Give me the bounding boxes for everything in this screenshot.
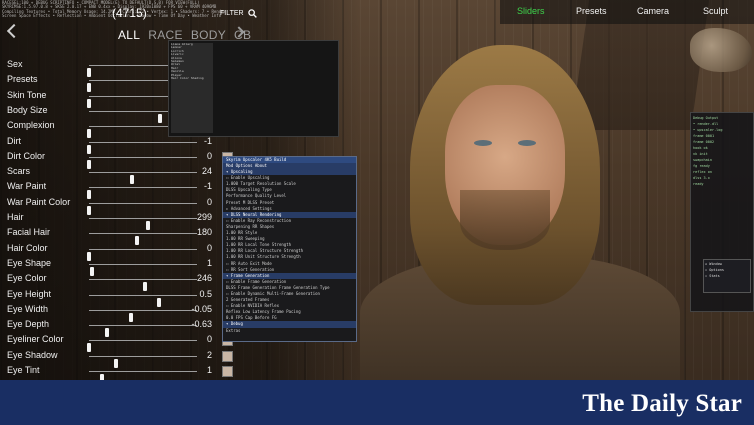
debug-line: Screen Space Effects • Reflection • Ambi… (2, 12, 222, 18)
slider-label: Eyeliner Color (7, 334, 64, 345)
upscaler-window[interactable]: Skyrim Upscaler 4K5 Build Mod Options Ab… (222, 156, 357, 342)
preview-list: Liana Allerg Lenner Lorrich Liveric Alio… (171, 42, 213, 133)
slider-label: Eye Height (7, 288, 52, 299)
slider-row[interactable]: Dirt Color 0 (0, 150, 240, 169)
slider-label: War Paint Color (7, 196, 71, 207)
slider-label: Eye Color (7, 273, 47, 284)
slider-label: Hair (7, 212, 24, 222)
slider-row[interactable]: Eye Shape 1 (0, 257, 240, 276)
slider-label: Eye Width (7, 303, 49, 314)
debug-overlay: RACESEL:100 + DEBUG SCRIPTINFO • COMPACT… (2, 0, 226, 18)
slider-row[interactable]: Scars 24 (0, 165, 240, 185)
slider-label: Eye Tint (7, 365, 40, 375)
slider-label: Presets (7, 74, 38, 85)
tab-presets[interactable]: Presets (576, 6, 607, 16)
slider-row[interactable]: Eye Height 0.5 (0, 288, 240, 307)
watermark-footer: The Daily Star (0, 380, 754, 425)
slider-row[interactable]: Eye Tint 1 (0, 364, 240, 383)
slider-value: 1 (206, 257, 212, 268)
slider-value: 299 (196, 212, 212, 222)
slider-row[interactable]: War Paint Color 0 (0, 196, 240, 215)
slider-label: Skin Tone (7, 89, 47, 100)
slider-value: 0 (206, 150, 212, 161)
slider-row[interactable]: Hair 299 (0, 211, 240, 230)
slider-value: 180 (196, 227, 212, 238)
brand-logo: The Daily Star (582, 390, 742, 417)
slider-row[interactable]: Eye Width -0.05 (0, 303, 240, 322)
slider-label: Complexion (7, 120, 55, 131)
search-icon (247, 9, 257, 18)
character-preview[interactable] (350, 40, 690, 380)
slider-label: Body Size (7, 104, 48, 115)
slider-value: 0 (206, 196, 212, 207)
slider-value: 2 (206, 349, 212, 360)
slider-row[interactable]: Eye Shadow 2 (0, 349, 240, 368)
color-swatch[interactable] (222, 350, 233, 362)
side-debug-window[interactable]: Debug Output • render.dll • upscaler.log fr… (690, 112, 754, 312)
tab-sculpt[interactable]: Sculpt (703, 6, 728, 16)
slider-value: 0 (206, 242, 212, 253)
slider-count: (4715) (112, 6, 147, 20)
slider-row[interactable]: Eye Color 246 (0, 272, 240, 292)
slider-row[interactable]: War Paint -1 (0, 180, 240, 200)
preview-window[interactable]: Liana Allerg Lenner Lorrich Liveric Alio… (168, 40, 339, 137)
tab-camera[interactable]: Camera (637, 6, 669, 16)
slider-label: Facial Hair (7, 227, 51, 238)
slider-value: 24 (201, 166, 212, 177)
character-beard (460, 190, 550, 250)
slider-value: -0.63 (191, 319, 212, 330)
slider-label: War Paint (7, 181, 47, 192)
character-left-eye (474, 140, 492, 146)
slider-row[interactable]: Hair Color 0 (0, 242, 240, 261)
tab-sliders[interactable]: Sliders (517, 6, 545, 16)
slider-label: Sex (7, 59, 23, 69)
category-tab-all[interactable]: ALL (118, 28, 140, 42)
slider-label: Scars (7, 166, 31, 177)
slider-label: Eye Shadow (7, 349, 58, 360)
filter-label: FILTER (220, 10, 244, 17)
character-right-eye (518, 140, 536, 146)
slider-value: -1 (203, 181, 212, 192)
upscaler-option[interactable]: Extras (223, 328, 356, 334)
debug-log-line: ready (693, 182, 704, 186)
slider-label: Dirt Color (7, 150, 46, 161)
side-option[interactable]: ☐ Stats (705, 273, 749, 279)
side-options-popup[interactable]: ☑ Window ☐ Options ☐ Stats (703, 259, 751, 293)
skull-decoration (690, 28, 752, 72)
slider-value: 0.5 (199, 288, 212, 299)
slider-label: Hair Color (7, 242, 48, 253)
slider-label: Eye Depth (7, 319, 50, 330)
slider-label: Dirt (7, 135, 21, 146)
filter-button[interactable]: FILTER (220, 9, 257, 18)
slider-value: -0.05 (191, 303, 212, 314)
slider-row[interactable]: Facial Hair 180 (0, 226, 240, 246)
preview-list-item[interactable]: Hair Color Shading (171, 76, 213, 80)
slider-row[interactable]: Eye Depth -0.63 (0, 318, 240, 338)
top-tab-bar: Sliders Presets Camera Sculpt (500, 0, 754, 24)
color-swatch[interactable] (222, 366, 233, 377)
slider-value: 0 (206, 334, 212, 345)
slider-value: 1 (206, 365, 212, 375)
slider-value: -1 (203, 135, 212, 146)
slider-row[interactable]: Eyeliner Color 0 (0, 333, 240, 353)
slider-value: 246 (196, 273, 212, 284)
slider-label: Eye Shape (7, 257, 52, 268)
